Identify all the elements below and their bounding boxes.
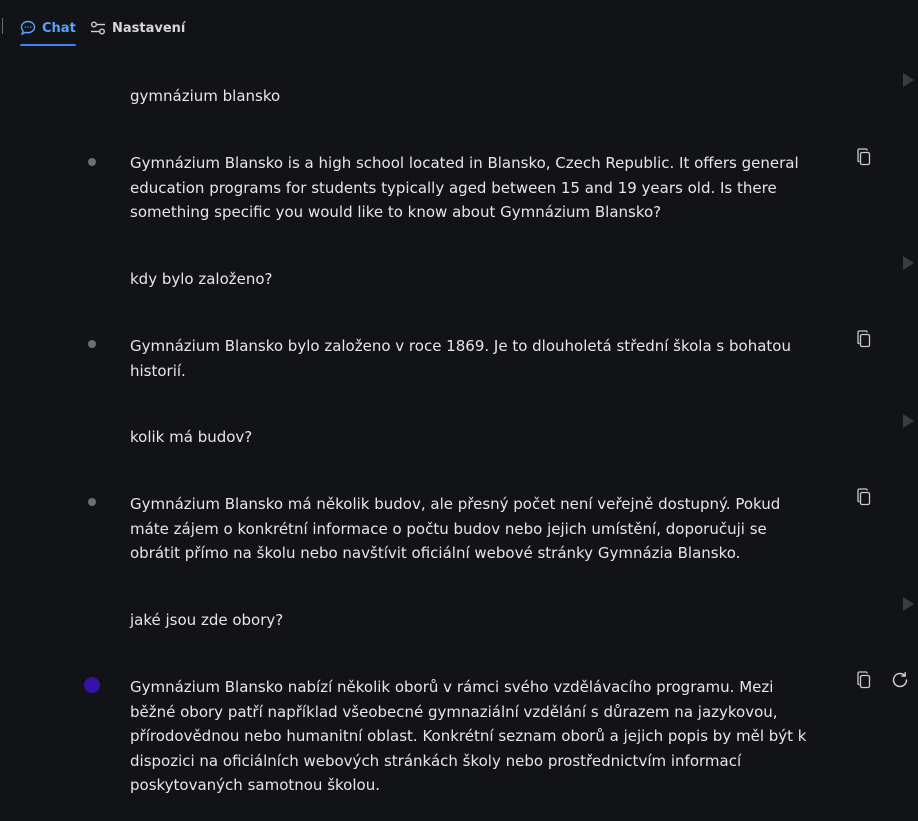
user-message: kdy bylo založeno? xyxy=(130,270,273,288)
assistant-message: Gymnázium Blansko is a high school locat… xyxy=(130,154,799,222)
assistant-dot-icon xyxy=(88,498,96,506)
tab-divider xyxy=(2,18,3,34)
flag-icon[interactable] xyxy=(902,597,914,611)
copy-icon[interactable] xyxy=(856,148,872,166)
assistant-message: Gymnázium Blansko bylo založeno v roce 1… xyxy=(130,337,791,380)
user-message: gymnázium blansko xyxy=(130,87,281,105)
tab-active-underline xyxy=(20,44,76,46)
user-message: jaké jsou zde obory? xyxy=(130,611,284,629)
assistant-dot-icon xyxy=(88,340,96,348)
flag-icon[interactable] xyxy=(902,256,914,270)
refresh-icon[interactable] xyxy=(891,671,909,689)
tab-bar: Chat Nastavení xyxy=(0,0,918,50)
copy-icon[interactable] xyxy=(856,671,872,689)
flag-icon[interactable] xyxy=(902,414,914,428)
tab-settings-label: Nastavení xyxy=(112,20,186,36)
assistant-active-dot-icon xyxy=(84,677,100,693)
assistant-message: Gymnázium Blansko má několik budov, ale … xyxy=(130,495,781,563)
sliders-icon xyxy=(90,20,106,36)
copy-icon[interactable] xyxy=(856,488,872,506)
tab-chat[interactable]: Chat xyxy=(20,14,76,46)
tab-settings[interactable]: Nastavení xyxy=(90,14,185,42)
chat-bubble-icon xyxy=(20,20,36,36)
copy-icon[interactable] xyxy=(856,330,872,348)
user-message: kolik má budov? xyxy=(130,428,253,446)
assistant-message: Gymnázium Blansko nabízí několik oborů v… xyxy=(130,678,807,795)
tab-chat-label: Chat xyxy=(42,20,76,36)
flag-icon[interactable] xyxy=(902,73,914,87)
assistant-dot-icon xyxy=(88,158,96,166)
